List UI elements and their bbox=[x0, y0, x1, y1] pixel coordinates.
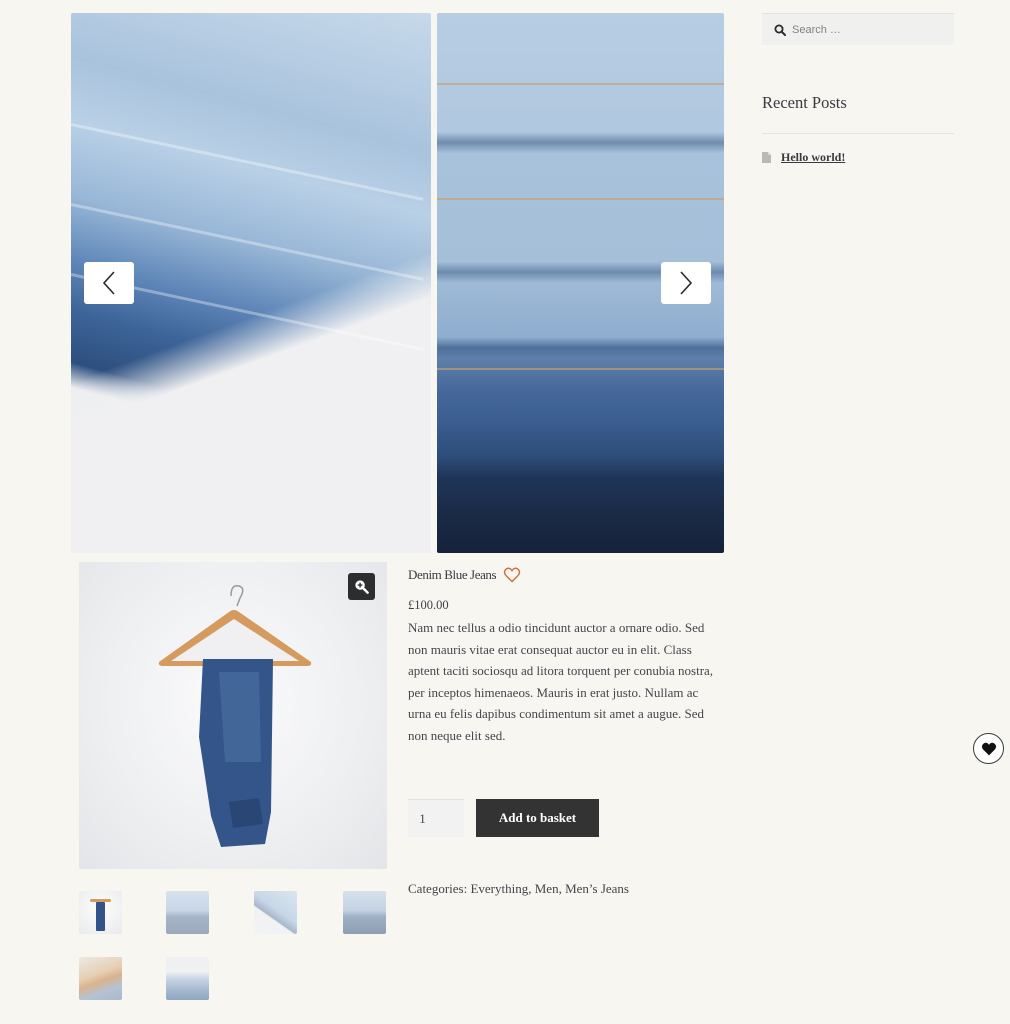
document-icon bbox=[762, 152, 771, 163]
thumbnail-3[interactable] bbox=[254, 891, 297, 934]
product-categories: Categories: Everything, Men, Men’s Jeans bbox=[408, 881, 629, 896]
denim-seam bbox=[437, 83, 724, 85]
floating-wishlist-button[interactable] bbox=[973, 733, 1004, 764]
jeans-on-hanger-illustration bbox=[158, 584, 312, 847]
product-price: £100.00 bbox=[408, 598, 449, 612]
magnifier-plus-icon bbox=[355, 580, 369, 594]
category-link-men[interactable]: Men bbox=[535, 881, 559, 896]
heart-filled-icon bbox=[981, 742, 996, 755]
thumbnail-1[interactable] bbox=[79, 891, 122, 934]
product-main-image[interactable] bbox=[79, 562, 387, 869]
recent-post-link[interactable]: Hello world! bbox=[781, 150, 845, 165]
product-image-slider bbox=[71, 13, 724, 553]
product-title: Denim Blue Jeans bbox=[408, 567, 497, 582]
widget-divider bbox=[762, 133, 954, 134]
sidebar-search bbox=[762, 13, 954, 45]
chevron-left-icon bbox=[102, 271, 115, 295]
thumbnail-6[interactable] bbox=[166, 957, 209, 1000]
product-summary: Denim Blue Jeans £100.00 Nam nec tellus … bbox=[408, 562, 720, 896]
category-link-everything[interactable]: Everything bbox=[470, 881, 528, 896]
slider-next-button[interactable] bbox=[661, 262, 711, 304]
product-title-row: Denim Blue Jeans bbox=[408, 562, 720, 588]
product-description: Nam nec tellus a odio tincidunt auctor a… bbox=[408, 620, 714, 743]
thumbnail-4[interactable] bbox=[343, 891, 386, 934]
quantity-input[interactable] bbox=[408, 799, 464, 837]
image-zoom-button[interactable] bbox=[348, 573, 375, 600]
slider-prev-button[interactable] bbox=[84, 262, 134, 304]
chevron-right-icon bbox=[680, 271, 693, 295]
denim-stitch-line bbox=[71, 123, 424, 201]
recent-posts-title: Recent Posts bbox=[762, 93, 847, 112]
add-to-basket-button[interactable]: Add to basket bbox=[476, 799, 599, 837]
add-to-cart-form: Add to basket bbox=[408, 799, 599, 837]
search-input[interactable] bbox=[792, 23, 942, 36]
denim-seam bbox=[437, 198, 724, 200]
search-icon bbox=[774, 24, 786, 36]
denim-seam bbox=[437, 368, 724, 370]
thumbnail-2[interactable] bbox=[166, 891, 209, 934]
thumbnail-5[interactable] bbox=[79, 957, 122, 1000]
category-link-mens-jeans[interactable]: Men’s Jeans bbox=[565, 881, 629, 896]
recent-post-item: Hello world! bbox=[762, 150, 845, 165]
categories-label: Categories: bbox=[408, 881, 468, 896]
heart-outline-icon[interactable] bbox=[503, 567, 521, 583]
